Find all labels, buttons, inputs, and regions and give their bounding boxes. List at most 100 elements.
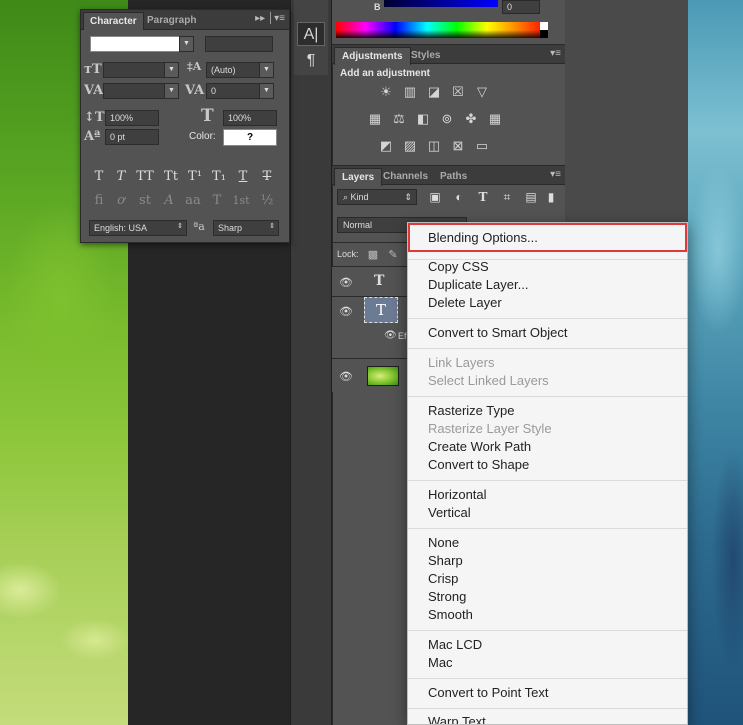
selective-color-icon[interactable]: ▭ [473, 138, 491, 154]
menu-item-aa-strong[interactable]: Strong [408, 588, 687, 606]
effects-eye-icon[interactable]: 👁 [384, 330, 397, 341]
brightness-contrast-icon[interactable]: ☀ [377, 84, 395, 100]
vertical-scale-field[interactable]: 100% [105, 110, 159, 126]
black-white-swatch[interactable] [540, 22, 548, 38]
menu-item-aa-sharp[interactable]: Sharp [408, 552, 687, 570]
gradient-map-icon[interactable]: ⊠ [449, 138, 467, 154]
lock-transparent-pixels-icon[interactable]: ▩ [366, 248, 380, 262]
menu-item-vertical[interactable]: Vertical [408, 504, 687, 522]
adjustment-layer-filter-icon[interactable]: ◐ [450, 188, 468, 206]
menu-item-rasterize-type[interactable]: Rasterize Type [408, 402, 687, 420]
hue-saturation-icon[interactable]: ▦ [366, 111, 384, 127]
small-caps-button[interactable]: Tt [161, 168, 181, 186]
adjustments-panel-menu-icon[interactable]: ▾≡ [550, 48, 561, 59]
menu-item-aa-none[interactable]: None [408, 534, 687, 552]
layer-filter-kind-dropdown[interactable]: ⌕ Kind ⇕ [337, 189, 417, 205]
menu-item-mac-lcd[interactable]: Mac LCD [408, 636, 687, 654]
menu-item-blending-options[interactable]: Blending Options... [408, 223, 687, 252]
add-adjustment-label: Add an adjustment [340, 68, 431, 79]
tab-paragraph[interactable]: Paragraph [141, 12, 202, 30]
tab-character[interactable]: Character [83, 12, 144, 30]
tab-adjustments[interactable]: Adjustments [334, 47, 411, 65]
tab-channels[interactable]: Channels [376, 168, 435, 186]
color-balance-icon[interactable]: ⚖ [390, 111, 408, 127]
subscript-button[interactable]: T₁ [209, 168, 229, 186]
titling-alternates-button[interactable]: T [207, 192, 227, 210]
language-dropdown-arrow[interactable]: ⇕ [173, 220, 187, 236]
fractions-button[interactable]: ½ [257, 192, 277, 210]
font-family-dropdown[interactable]: ▼ [179, 36, 194, 52]
faux-italic-button[interactable]: T [111, 168, 131, 186]
type-layer-filter-icon[interactable]: T [474, 188, 492, 206]
pixel-layer-filter-icon[interactable]: ▣ [426, 188, 444, 206]
menu-item-aa-smooth[interactable]: Smooth [408, 606, 687, 624]
tab-styles[interactable]: Styles [404, 47, 447, 65]
menu-item-mac[interactable]: Mac [408, 654, 687, 672]
menu-item-delete-layer[interactable]: Delete Layer [408, 294, 687, 312]
tracking-dropdown[interactable]: ▼ [259, 83, 274, 99]
tab-layers[interactable]: Layers [334, 168, 383, 186]
smart-object-filter-icon[interactable]: ▤ [522, 188, 540, 206]
strikethrough-button[interactable]: T [257, 168, 277, 186]
text-layer-thumbnail[interactable]: T [364, 297, 398, 323]
blue-channel-field[interactable]: 0 [502, 0, 540, 14]
lock-image-pixels-icon[interactable]: ✎ [386, 248, 400, 262]
exposure-icon[interactable]: ☒ [449, 84, 467, 100]
character-panel-icon[interactable]: A| [297, 22, 325, 46]
menu-item-convert-point-text[interactable]: Convert to Point Text [408, 684, 687, 702]
filter-toggle-switch[interactable]: ▮ [546, 188, 556, 206]
paragraph-panel-icon[interactable]: ¶ [297, 49, 325, 73]
eye-icon[interactable]: 👁 [338, 305, 354, 318]
font-size-dropdown[interactable]: ▼ [164, 62, 179, 78]
eye-icon[interactable]: 👁 [338, 370, 354, 383]
photo-filter-icon[interactable]: ⊚ [438, 111, 456, 127]
tool-button-top[interactable] [297, 0, 325, 16]
panel-menu-icon[interactable]: ▸▸ │▾≡ [255, 13, 285, 24]
stylistic-alternates-button[interactable]: aa [183, 192, 203, 210]
leading-dropdown[interactable]: ▼ [259, 62, 274, 78]
black-white-icon[interactable]: ◧ [414, 111, 432, 127]
swash-button[interactable]: A [159, 192, 179, 210]
underline-button[interactable]: T [233, 168, 253, 186]
discretionary-ligatures-button[interactable]: st [135, 192, 155, 210]
menu-separator [408, 708, 687, 709]
font-style-field[interactable] [205, 36, 273, 52]
menu-item-convert-smart-object[interactable]: Convert to Smart Object [408, 324, 687, 342]
menu-item-horizontal[interactable]: Horizontal [408, 486, 687, 504]
menu-item-create-work-path[interactable]: Create Work Path [408, 438, 687, 456]
menu-item-link-layers: Link Layers [428, 355, 495, 370]
text-color-swatch[interactable]: ? [223, 129, 277, 146]
menu-item-aa-crisp[interactable]: Crisp [408, 570, 687, 588]
vibrance-icon[interactable]: ▽ [473, 84, 491, 100]
menu-separator [408, 318, 687, 319]
all-caps-button[interactable]: TT [135, 168, 155, 186]
layers-panel-menu-icon[interactable]: ▾≡ [550, 169, 561, 180]
posterize-icon[interactable]: ▨ [401, 138, 419, 154]
eye-icon[interactable]: 👁 [338, 276, 354, 289]
superscript-button[interactable]: T¹ [185, 168, 205, 186]
antialias-dropdown-arrow[interactable]: ⇕ [265, 220, 279, 236]
ordinals-button[interactable]: 1st [231, 192, 251, 210]
menu-item-warp-text[interactable]: Warp Text... [408, 713, 687, 724]
menu-item-convert-to-shape[interactable]: Convert to Shape [408, 456, 687, 474]
kerning-dropdown[interactable]: ▼ [164, 83, 179, 99]
menu-item-copy-css[interactable]: Copy CSS [408, 258, 687, 276]
image-layer-thumbnail[interactable] [367, 366, 399, 386]
color-spectrum-ramp[interactable] [336, 22, 548, 38]
shape-layer-filter-icon[interactable]: ⌗ [498, 188, 516, 206]
kerning-icon: VA [84, 83, 104, 98]
horizontal-scale-field[interactable]: 100% [223, 110, 277, 126]
levels-icon[interactable]: ▥ [401, 84, 419, 100]
baseline-shift-field[interactable]: 0 pt [105, 129, 159, 145]
standard-ligatures-button[interactable]: fi [89, 192, 109, 210]
invert-icon[interactable]: ◩ [377, 138, 395, 154]
tab-paths[interactable]: Paths [433, 168, 474, 186]
menu-item-duplicate-layer[interactable]: Duplicate Layer... [408, 276, 687, 294]
contextual-alternates-button[interactable]: ơ [111, 192, 131, 210]
faux-bold-button[interactable]: T [89, 168, 109, 186]
color-lookup-icon[interactable]: ▦ [486, 111, 504, 127]
blue-channel-slider[interactable] [384, 0, 498, 7]
channel-mixer-icon[interactable]: ✤ [462, 111, 480, 127]
curves-icon[interactable]: ◪ [425, 84, 443, 100]
threshold-icon[interactable]: ◫ [425, 138, 443, 154]
